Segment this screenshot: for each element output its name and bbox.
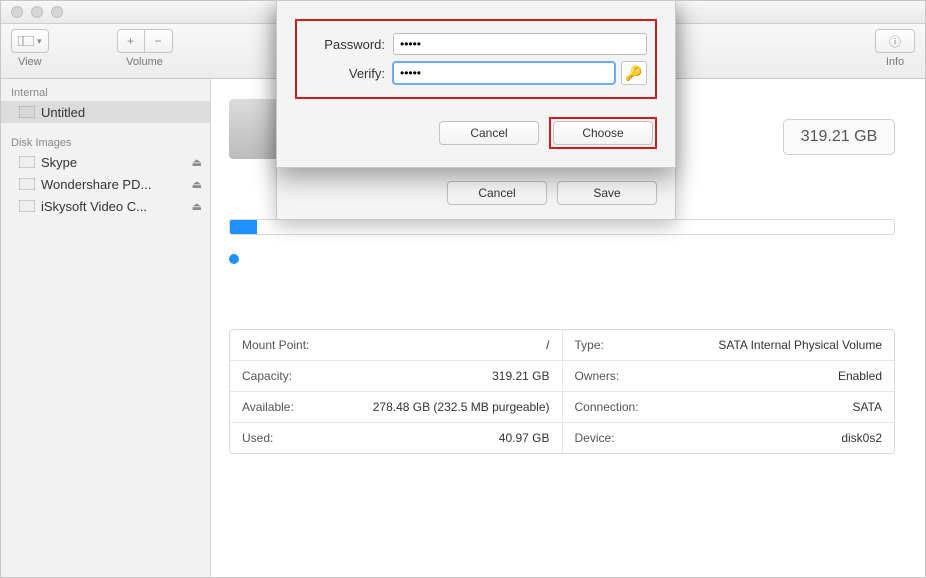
hdd-icon (19, 104, 35, 120)
eject-icon[interactable]: ⏏ (192, 156, 202, 169)
verify-input[interactable] (393, 62, 615, 84)
sidebar: Internal Untitled Disk Images Skype ⏏ Wo… (1, 79, 211, 578)
info-key: Capacity: (242, 369, 292, 383)
plus-volume-icon: + (127, 34, 134, 48)
info-val: Enabled (838, 369, 882, 383)
info-key: Type: (575, 338, 604, 352)
sidebar-item-untitled[interactable]: Untitled (1, 101, 210, 123)
eject-icon[interactable]: ⏏ (192, 178, 202, 191)
info-row: Mount Point: / Type: SATA Internal Physica… (230, 330, 894, 361)
sidebar-item-iskysoft[interactable]: iSkysoft Video C... ⏏ (1, 195, 210, 217)
info-key: Owners: (575, 369, 620, 383)
chevron-down-icon: ▾ (37, 36, 42, 47)
info-val: SATA (852, 400, 882, 414)
volume-icon (19, 198, 35, 214)
eject-icon[interactable]: ⏏ (192, 200, 202, 213)
info-row: Available: 278.48 GB (232.5 MB purgeable)… (230, 392, 894, 423)
sidebar-item-skype[interactable]: Skype ⏏ (1, 151, 210, 173)
info-row: Used: 40.97 GB Device: disk0s2 (230, 423, 894, 453)
sidebar-item-label: Wondershare PD... (41, 177, 151, 192)
info-key: Device: (575, 431, 615, 445)
password-sheet: Password: Verify: 🔑 Cancel Choose (276, 1, 676, 168)
volume-add-button[interactable]: + (117, 29, 145, 53)
usage-bar-fill (230, 220, 257, 234)
info-key: Mount Point: (242, 338, 309, 352)
password-choose-button[interactable]: Choose (553, 121, 653, 145)
password-label: Password: (305, 37, 385, 52)
usage-bar (229, 219, 895, 235)
info-button[interactable]: ⓘ (875, 29, 915, 53)
verify-label: Verify: (305, 66, 385, 81)
disk-image-icon (229, 99, 279, 159)
volume-remove-button[interactable]: − (145, 29, 173, 53)
save-sheet-save-button[interactable]: Save (557, 181, 657, 205)
info-key: Connection: (575, 400, 639, 414)
minus-volume-icon: − (155, 34, 162, 48)
info-label: Info (886, 56, 904, 68)
volume-icon (19, 176, 35, 192)
sidebar-icon (18, 36, 34, 46)
password-input[interactable] (393, 33, 647, 55)
password-assistant-button[interactable]: 🔑 (621, 61, 647, 85)
view-button[interactable]: ▾ (11, 29, 49, 53)
info-key: Used: (242, 431, 273, 445)
password-fields-highlight: Password: Verify: 🔑 (295, 19, 657, 99)
info-val: 278.48 GB (232.5 MB purgeable) (373, 400, 550, 414)
info-row: Capacity: 319.21 GB Owners: Enabled (230, 361, 894, 392)
legend-dot (229, 254, 239, 264)
info-table: Mount Point: / Type: SATA Internal Physica… (229, 329, 895, 454)
save-sheet-cancel-button[interactable]: Cancel (447, 181, 547, 205)
sidebar-item-wondershare[interactable]: Wondershare PD... ⏏ (1, 173, 210, 195)
info-icon: ⓘ (889, 33, 901, 50)
sidebar-section-images: Disk Images (1, 133, 210, 151)
info-val: SATA Internal Physical Volume (718, 338, 882, 352)
sidebar-section-internal: Internal (1, 83, 210, 101)
disk-utility-window: Disk Utility ▾ View + − Volume ✚First Ai… (0, 0, 926, 578)
volume-icon (19, 154, 35, 170)
info-val: 319.21 GB (492, 369, 549, 383)
choose-button-highlight: Choose (549, 117, 657, 149)
volume-label: Volume (126, 56, 163, 68)
sidebar-item-label: Skype (41, 155, 77, 170)
sidebar-item-label: iSkysoft Video C... (41, 199, 147, 214)
key-icon: 🔑 (625, 65, 642, 82)
info-val: / (546, 338, 549, 352)
sidebar-item-label: Untitled (41, 105, 85, 120)
info-val: 40.97 GB (499, 431, 550, 445)
capacity-badge: 319.21 GB (783, 119, 895, 155)
password-cancel-button[interactable]: Cancel (439, 121, 539, 145)
view-label: View (18, 56, 42, 68)
info-val: disk0s2 (841, 431, 882, 445)
info-key: Available: (242, 400, 294, 414)
